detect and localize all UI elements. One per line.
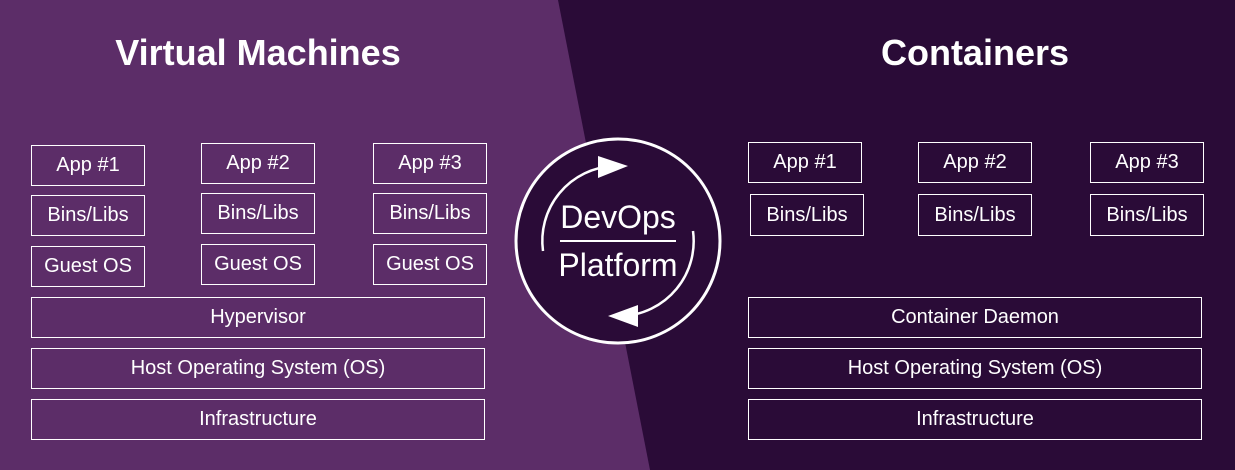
container-daemon-layer: Container Daemon [748,297,1202,338]
vm-app-2: App #2 [201,143,315,184]
container-bins-1: Bins/Libs [750,194,864,236]
container-app-3: App #3 [1090,142,1204,183]
vm-hypervisor-layer: Hypervisor [31,297,485,338]
container-host-os-layer: Host Operating System (OS) [748,348,1202,389]
vm-app-1: App #1 [31,145,145,186]
vm-title: Virtual Machines [115,32,401,73]
logo-line-devops: DevOps [560,199,676,235]
container-infrastructure-layer: Infrastructure [748,399,1202,440]
vm-host-os-layer: Host Operating System (OS) [31,348,485,389]
vm-guest-os-1: Guest OS [31,246,145,287]
vm-infrastructure-layer: Infrastructure [31,399,485,440]
vm-app-3: App #3 [373,143,487,184]
container-app-1: App #1 [748,142,862,183]
vm-bins-2: Bins/Libs [201,193,315,234]
vm-guest-os-2: Guest OS [201,244,315,285]
cycle-arrows-icon [514,137,722,345]
container-bins-2: Bins/Libs [918,194,1032,236]
container-app-2: App #2 [918,142,1032,183]
logo-line-platform: Platform [558,247,678,283]
container-bins-3: Bins/Libs [1090,194,1204,236]
vm-bins-1: Bins/Libs [31,195,145,236]
vm-guest-os-3: Guest OS [373,244,487,285]
vm-bins-3: Bins/Libs [373,193,487,234]
containers-title: Containers [880,32,1070,73]
devops-platform-logo: DevOps Platform [512,137,724,345]
